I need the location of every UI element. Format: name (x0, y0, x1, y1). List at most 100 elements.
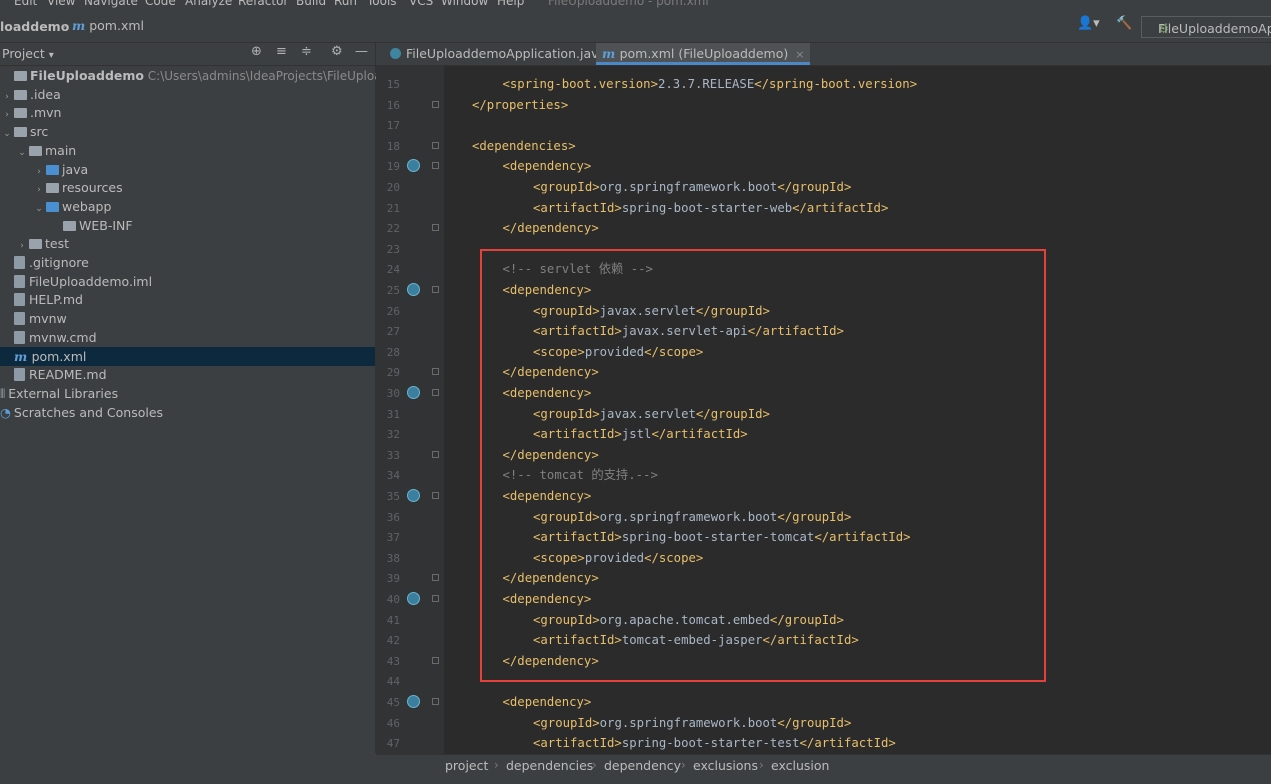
dependency-gutter-icon[interactable] (407, 283, 420, 296)
fold-marker-icon[interactable] (432, 100, 439, 108)
tree-item-pom-xml[interactable]: m pom.xml (0, 346, 375, 366)
menu-vcs[interactable]: VCS (409, 0, 433, 8)
nav-file[interactable]: m pom.xml (72, 18, 144, 33)
menu-run[interactable]: Run (334, 0, 357, 8)
line-number: 20 (386, 181, 400, 194)
xml-breadcrumb-bar: project › dependencies › dependency › exclusio… (376, 754, 1271, 777)
line-number: 27 (386, 325, 400, 339)
menu-bar: Edit View Navigate Code Analyze Refactor Build… (0, 0, 1271, 12)
tree-item-src[interactable]: ⌄ src (0, 122, 48, 141)
tab-application-java[interactable]: FileUploaddemoApplication.java (384, 43, 612, 65)
run-configuration-select[interactable]: ⚙ FileUploaddemoAp (1141, 16, 1271, 38)
tree-item-fileuploaddemo-iml[interactable]: FileUploaddemo.iml (0, 272, 152, 291)
menu-analyze[interactable]: Analyze (185, 0, 232, 8)
tree-item-mvn[interactable]: › .mvn (0, 103, 61, 122)
tree-item-label: java (62, 161, 89, 177)
tree-item-webapp[interactable]: ⌄ webapp (0, 197, 111, 216)
code-text: </dependency> (502, 221, 599, 236)
file-icon (14, 368, 25, 382)
menu-window[interactable]: Window (441, 0, 488, 8)
tree-item-fileuploaddemo[interactable]: FileUploaddemo C:\Users\admins\IdeaProje… (0, 66, 423, 85)
fold-marker-icon[interactable] (432, 450, 439, 458)
breadcrumb-project[interactable]: project (445, 758, 488, 773)
build-hammer-icon[interactable]: 🔨 (1116, 16, 1132, 31)
fold-marker-icon[interactable] (432, 656, 439, 664)
breadcrumb-exclusions[interactable]: exclusions (693, 758, 758, 773)
project-view-selector[interactable]: Project ▾ (2, 46, 54, 61)
tree-item-label: External Libraries (8, 385, 119, 401)
folder-icon (46, 183, 59, 194)
code-line: 22 </dependency> (376, 218, 1271, 239)
tab-label: pom.xml (FileUploaddemo) (619, 46, 789, 61)
menu-navigate[interactable]: Navigate (84, 0, 138, 8)
line-number: 17 (386, 119, 400, 133)
line-number: 41 (386, 613, 400, 627)
fold-marker-icon[interactable] (432, 224, 439, 232)
collapse-all-icon[interactable]: ≑ (301, 44, 312, 59)
tree-item-java[interactable]: › java (0, 160, 88, 179)
fold-marker-icon[interactable] (432, 286, 439, 293)
menu-refactor[interactable]: Refactor (238, 0, 288, 8)
fold-marker-icon[interactable] (432, 368, 439, 376)
dependency-gutter-icon[interactable] (407, 386, 420, 399)
code-line: 17 (376, 115, 1271, 136)
tree-item-main[interactable]: ⌄ main (0, 141, 76, 160)
dependency-gutter-icon[interactable] (407, 159, 420, 173)
tree-item-scratches-and-consoles[interactable]: ◔ Scratches and Consoles (0, 403, 163, 422)
tree-item-external-libraries[interactable]: ⫴ External Libraries (0, 384, 118, 403)
tree-item-test[interactable]: › test (0, 234, 69, 253)
tree-item-readme-md[interactable]: README.md (0, 365, 107, 384)
fold-marker-icon[interactable] (432, 141, 439, 149)
fold-marker-icon[interactable] (432, 574, 439, 582)
locate-icon[interactable]: ⊕ (251, 44, 262, 59)
fold-marker-icon[interactable] (432, 389, 439, 396)
hide-icon[interactable]: — (355, 44, 368, 59)
tree-item-idea[interactable]: › .idea (0, 85, 61, 104)
tree-item-label: mvnw (29, 311, 67, 327)
tree-item-mvnw[interactable]: mvnw (0, 309, 67, 328)
menu-build[interactable]: Build (296, 0, 326, 8)
nav-project[interactable]: loaddemo (0, 19, 69, 34)
dependency-gutter-icon[interactable] (407, 695, 420, 708)
tree-item-label: main (45, 142, 77, 158)
menu-edit[interactable]: Edit (14, 0, 37, 8)
tab-pom-xml[interactable]: m pom.xml (FileUploaddemo) × (596, 43, 811, 65)
breadcrumb-dependencies[interactable]: dependencies (506, 758, 593, 773)
tree-item-web-inf[interactable]: WEB-INF (0, 216, 133, 235)
dependency-gutter-icon[interactable] (407, 489, 420, 502)
breadcrumb-exclusion[interactable]: exclusion (771, 758, 829, 773)
editor-tab-bar: FileUploaddemoApplication.java m pom.xml … (376, 43, 1271, 66)
file-icon (14, 256, 25, 269)
tree-item-mvnw-cmd[interactable]: mvnw.cmd (0, 328, 97, 347)
gear-icon[interactable]: ⚙ (331, 44, 343, 59)
menu-view[interactable]: View (47, 0, 75, 8)
close-icon[interactable]: × (795, 48, 804, 61)
folder-icon (63, 220, 76, 231)
folder-icon (14, 89, 27, 100)
project-header: Project ▾ ⊕ ≡ ≑ ⚙ — (0, 43, 375, 66)
breadcrumb-dependency[interactable]: dependency (604, 758, 681, 773)
tree-item-gitignore[interactable]: .gitignore (0, 253, 89, 272)
line-number: 23 (386, 242, 400, 256)
code-line: 21 <artifactId>spring-boot-starter-web</a… (376, 198, 1271, 219)
line-number: 42 (386, 634, 400, 648)
menu-help[interactable]: Help (497, 0, 524, 8)
fold-marker-icon[interactable] (432, 698, 439, 705)
tree-item-label: test (45, 236, 70, 252)
tree-item-help-md[interactable]: HELP.md (0, 290, 83, 309)
fold-marker-icon[interactable] (432, 595, 439, 602)
fold-marker-icon[interactable] (432, 492, 439, 499)
user-icon[interactable]: 👤▾ (1077, 16, 1100, 31)
fold-marker-icon[interactable] (432, 162, 439, 170)
folder-icon (14, 71, 27, 81)
tree-item-label: pom.xml (31, 348, 87, 364)
tree-item-resources[interactable]: › resources (0, 178, 122, 197)
menu-code[interactable]: Code (145, 0, 176, 8)
expand-all-icon[interactable]: ≡ (276, 44, 287, 59)
dependency-gutter-icon[interactable] (407, 592, 420, 605)
code-text: <artifactId>spring-boot-starter-test</ar… (533, 736, 896, 751)
tree-item-label: .idea (30, 86, 61, 102)
line-number: 39 (386, 572, 400, 586)
highlight-box (480, 249, 1046, 682)
menu-tools[interactable]: Tools (367, 0, 397, 8)
